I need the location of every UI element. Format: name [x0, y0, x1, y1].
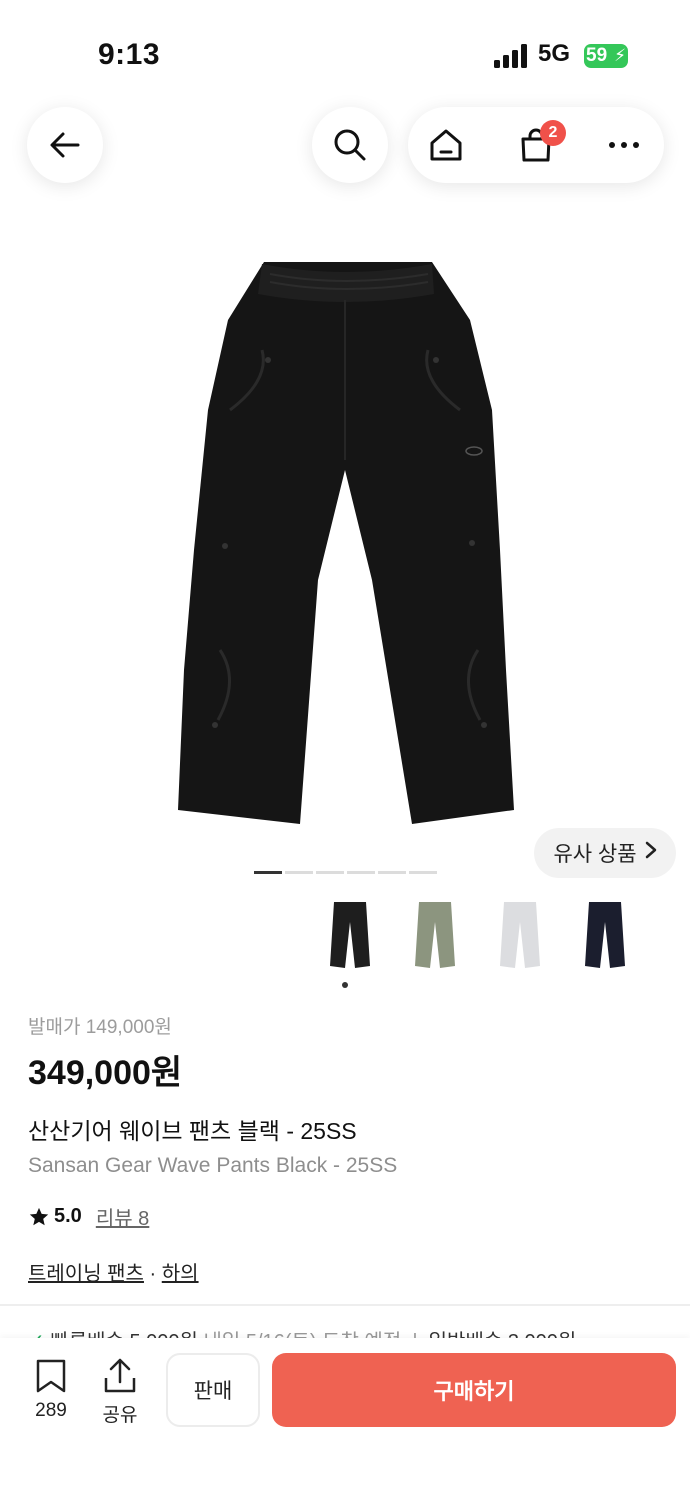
price: 349,000원: [28, 1054, 183, 1092]
pagination-dot[interactable]: [285, 871, 313, 874]
product-name-english: Sansan Gear Wave Pants Black - 25SS: [28, 1154, 398, 1177]
original-price: 발매가 149,000원: [28, 1017, 172, 1038]
status-bar: 9:13 5G 59 ⚡: [0, 0, 690, 100]
pagination-dot[interactable]: [316, 871, 344, 874]
battery-indicator: 59 ⚡: [584, 44, 628, 68]
similar-products-button[interactable]: 유사 상품: [534, 828, 676, 878]
pants-illustration: [178, 262, 514, 824]
back-button[interactable]: [27, 107, 103, 183]
selected-color-indicator: [342, 982, 348, 988]
color-option-navy[interactable]: [567, 895, 643, 975]
signal-icon: [494, 44, 527, 68]
charging-icon: ⚡: [614, 46, 626, 65]
category-link-training-pants[interactable]: 트레이닝 팬츠: [28, 1263, 144, 1285]
chevron-right-icon: [645, 841, 657, 865]
color-option-black[interactable]: [312, 895, 388, 975]
pagination-dot[interactable]: [409, 871, 437, 874]
rating-score: 5.0: [54, 1205, 82, 1227]
more-button[interactable]: [589, 107, 659, 183]
bottom-action-bar: 289 공유 판매 구매하기: [0, 1338, 690, 1500]
search-button[interactable]: [312, 107, 388, 183]
pants-thumbnail: [500, 902, 540, 968]
cart-count-badge: 2: [540, 120, 566, 146]
pagination-dot[interactable]: [378, 871, 406, 874]
home-icon: [430, 129, 462, 161]
header-actions: [408, 107, 664, 183]
home-button[interactable]: [411, 107, 481, 183]
arrow-left-icon: [50, 132, 80, 158]
product-image[interactable]: [0, 250, 690, 840]
more-horizontal-icon: [609, 142, 639, 148]
battery-level: 59: [586, 45, 608, 66]
bookmark-count: 289: [35, 1400, 67, 1421]
search-icon: [334, 129, 366, 161]
cart-button[interactable]: [501, 107, 571, 183]
bookmark-icon: [36, 1359, 66, 1393]
share-label: 공유: [102, 1405, 138, 1426]
pants-thumbnail: [415, 902, 455, 968]
network-type: 5G: [538, 40, 571, 67]
category-separator: ·: [143, 1263, 162, 1285]
gallery-pagination: [254, 871, 437, 875]
sell-button[interactable]: 판매: [166, 1353, 260, 1427]
pants-thumbnail: [330, 902, 370, 968]
color-options: [312, 895, 643, 975]
pagination-dot[interactable]: [254, 871, 282, 874]
similar-products-label: 유사 상품: [553, 843, 637, 866]
review-link[interactable]: 리뷰 8: [96, 1202, 149, 1231]
bookmark-button[interactable]: 289: [20, 1358, 82, 1422]
share-button[interactable]: 공유: [89, 1358, 151, 1427]
status-time: 9:13: [98, 38, 161, 71]
color-option-khaki[interactable]: [397, 895, 473, 975]
share-icon: [104, 1358, 136, 1393]
pagination-dot[interactable]: [347, 871, 375, 874]
color-option-light-gray[interactable]: [482, 895, 558, 975]
product-name-korean: 산산기어 웨이브 팬츠 블랙 - 25SS: [28, 1118, 357, 1144]
category-link-bottoms[interactable]: 하의: [162, 1263, 199, 1285]
star-icon: [29, 1207, 49, 1225]
category-breadcrumb: 트레이닝 팬츠 · 하의: [28, 1257, 668, 1286]
section-divider: [0, 1304, 690, 1306]
product-info: 발매가 149,000원 349,000원 산산기어 웨이브 팬츠 블랙 - 2…: [28, 1012, 668, 1286]
pants-thumbnail: [585, 902, 625, 968]
buy-button[interactable]: 구매하기: [272, 1353, 676, 1427]
rating-row: 5.0 리뷰 8: [28, 1202, 668, 1231]
